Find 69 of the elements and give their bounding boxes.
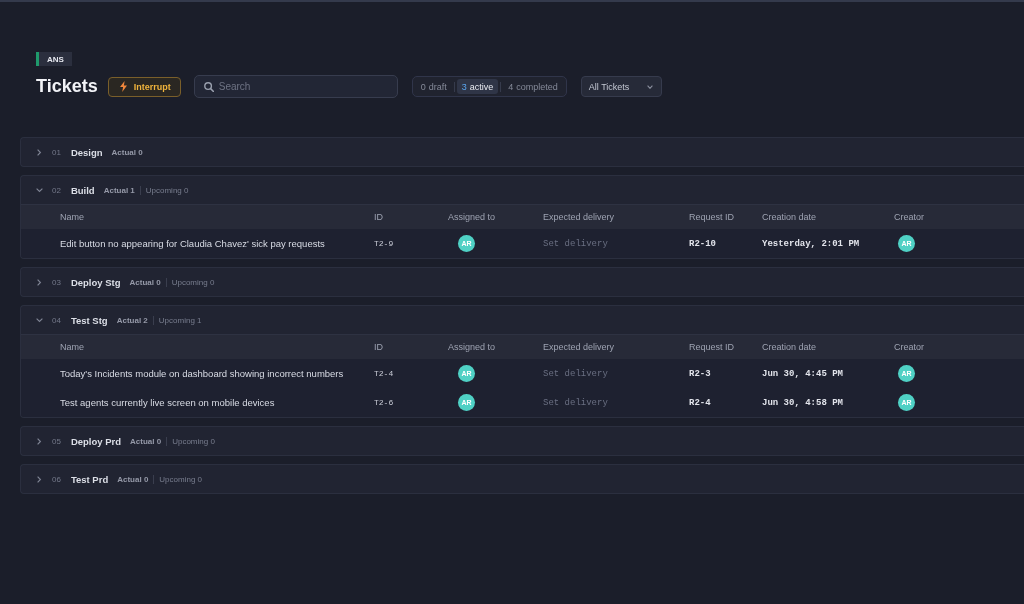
creation-date: Jun 30, 4:45 PM — [762, 368, 844, 379]
set-delivery-link[interactable]: Set delivery — [543, 368, 608, 379]
ticket-name: Today's Incidents module on dashboard showing incorrect numbers — [60, 368, 345, 379]
chevron-icon[interactable] — [36, 437, 43, 445]
stage-name: Test Stg — [70, 314, 108, 326]
actual-count: Actual 0 — [130, 436, 162, 446]
column-header: Creator — [894, 212, 925, 222]
ticket-id: T2-9 — [374, 239, 395, 248]
stage-name: Design — [70, 146, 103, 158]
column-header: Request ID — [689, 212, 736, 222]
column-header: Assigned to — [448, 212, 497, 222]
chevron-icon[interactable] — [36, 148, 43, 156]
chevron-icon[interactable] — [36, 475, 43, 483]
stage-name: Deploy Stg — [70, 276, 121, 288]
column-header: ID — [374, 342, 384, 352]
actual-count: Actual 2 — [116, 315, 148, 325]
upcoming-count: Upcoming 0 — [172, 436, 215, 446]
set-delivery-link[interactable]: Set delivery — [543, 397, 608, 408]
column-header: ID — [374, 212, 384, 222]
upcoming-count: Upcoming 0 — [145, 185, 189, 195]
ticket-name: Edit button no appearing for Claudia Chavez' sick pay requests — [60, 238, 326, 249]
view-dropdown[interactable]: All Tickets — [580, 76, 662, 97]
request-id: R2-10 — [689, 238, 717, 249]
stage-number: 05 — [52, 436, 61, 446]
stage-number: 06 — [52, 474, 61, 484]
stage-number: 04 — [52, 315, 61, 325]
request-id: R2-3 — [689, 368, 712, 379]
upcoming-count: Upcoming 0 — [171, 277, 215, 287]
ticket-name: Test agents currently live screen on mobile devices — [60, 397, 276, 408]
upcoming-count: Upcoming 1 — [158, 315, 202, 325]
chevron-icon[interactable] — [36, 316, 43, 324]
interrupt-button[interactable]: Interrupt — [107, 76, 181, 97]
column-header: Request ID — [689, 342, 736, 352]
request-id: R2-4 — [689, 397, 712, 408]
set-delivery-link[interactable]: Set delivery — [543, 238, 608, 249]
creation-date: Jun 30, 4:58 PM — [762, 397, 844, 408]
column-header: Expected delivery — [543, 342, 616, 352]
stage-number: 03 — [52, 277, 61, 287]
page-title: Tickets — [36, 75, 98, 98]
search-icon — [203, 82, 214, 92]
ticket-id: T2-4 — [374, 369, 395, 378]
search-field[interactable]: Search — [193, 75, 398, 98]
stage-number: 01 — [52, 147, 61, 157]
chevron-icon[interactable] — [36, 186, 43, 194]
column-header: Expected delivery — [543, 212, 616, 222]
column-header: Name — [60, 342, 85, 352]
actual-count: Actual 0 — [129, 277, 161, 287]
actual-count: Actual 1 — [103, 185, 135, 195]
column-header: Creation date — [762, 342, 818, 352]
status-tab[interactable]: 4 completed — [503, 79, 563, 94]
status-tab[interactable]: 3 active — [456, 79, 499, 94]
upcoming-count: Upcoming 0 — [159, 474, 203, 484]
stage-name: Deploy Prd — [70, 435, 122, 447]
column-header: Assigned to — [448, 342, 497, 352]
ticket-id: T2-6 — [374, 398, 395, 407]
creation-date: Yesterday, 2:01 PM — [762, 238, 861, 249]
workspace-tag: ANS — [36, 52, 72, 66]
status-tab[interactable]: 0 draft — [415, 79, 452, 94]
stage-number: 02 — [52, 185, 61, 195]
lightning-icon — [119, 81, 127, 92]
caret-icon — [646, 84, 653, 89]
column-header: Name — [60, 212, 85, 222]
chevron-icon[interactable] — [36, 278, 43, 286]
actual-count: Actual 0 — [117, 474, 149, 484]
column-header: Creation date — [762, 212, 818, 222]
stage-name: Test Prd — [70, 473, 109, 485]
column-header: Creator — [894, 342, 925, 352]
actual-count: Actual 0 — [111, 147, 143, 157]
stage-name: Build — [70, 184, 95, 196]
